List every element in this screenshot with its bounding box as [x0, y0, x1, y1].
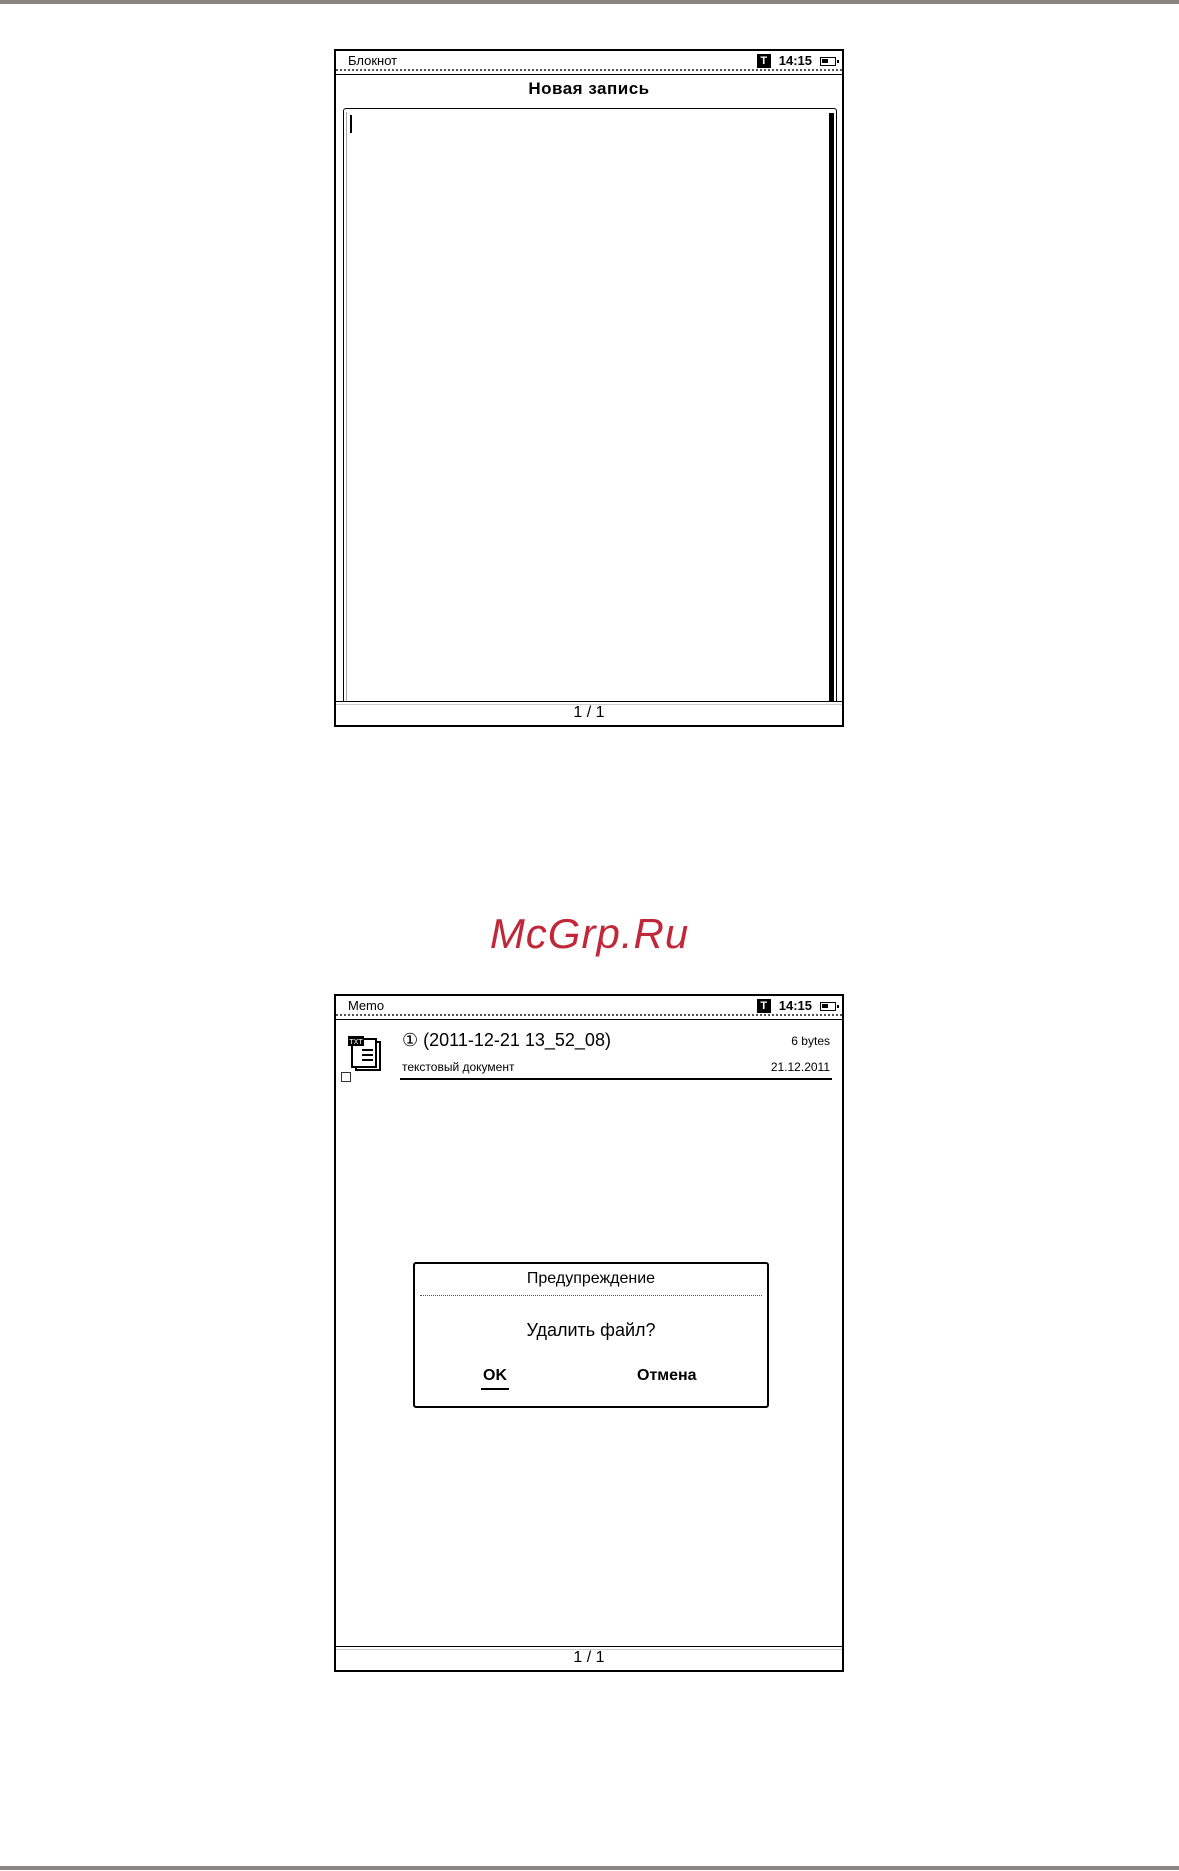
svg-text:TXT: TXT	[348, 1038, 363, 1046]
scrollbar[interactable]	[829, 113, 834, 703]
text-cursor	[350, 115, 352, 133]
text-mode-icon: T	[756, 999, 771, 1013]
footer-line	[336, 704, 842, 705]
clock: 14:15	[778, 53, 812, 68]
footer-line	[336, 1649, 842, 1650]
page-indicator: 1 / 1	[573, 704, 605, 721]
page-indicator: 1 / 1	[573, 1649, 605, 1666]
file-size: 6 bytes	[791, 1034, 830, 1048]
battery-icon	[820, 1001, 839, 1011]
page-top-rule	[0, 0, 1179, 4]
file-type: текстовый документ	[402, 1060, 515, 1074]
file-name: ① (2011-12-21 13_52_08)	[402, 1030, 611, 1050]
dialog-title: Предупреждение	[526, 1270, 656, 1287]
delete-confirm-dialog: Предупреждение Удалить файл? OK Отмена	[413, 1262, 769, 1408]
status-bar: Memo T 14:15	[336, 996, 842, 1016]
footer-bar: 1 / 1	[336, 701, 842, 725]
page-bottom-rule	[0, 1866, 1179, 1870]
editor-edge	[346, 112, 347, 703]
text-document-icon: TXT	[348, 1036, 381, 1071]
app-title: Блокнот	[348, 53, 398, 68]
watermark: McGrp.Ru	[489, 910, 690, 957]
checkbox-icon[interactable]	[341, 1072, 351, 1082]
file-list-item[interactable]: TXT ① (2011-12-21 13_52_08) 6 bytes текс…	[336, 1030, 842, 1082]
note-text-area[interactable]	[343, 108, 837, 704]
status-indicators: T 14:15	[756, 52, 839, 70]
text-mode-icon: T	[756, 54, 771, 68]
memo-screen: Memo T 14:15 TXT ① (2011-12-21 13_52_08)…	[334, 994, 844, 1672]
cancel-button[interactable]: Отмена	[635, 1367, 699, 1388]
status-divider	[336, 71, 842, 75]
status-divider	[336, 1016, 842, 1020]
selection-underline	[400, 1078, 832, 1080]
status-bar: Блокнот T 14:15	[336, 51, 842, 71]
notepad-screen: Блокнот T 14:15 Новая запись 1 / 1	[334, 49, 844, 727]
ok-button[interactable]: OK	[481, 1367, 509, 1390]
file-date: 21.12.2011	[770, 1060, 830, 1074]
app-title: Memo	[348, 998, 385, 1013]
dialog-divider	[420, 1295, 762, 1296]
footer-bar: 1 / 1	[336, 1646, 842, 1670]
battery-icon	[820, 56, 839, 66]
clock: 14:15	[778, 998, 812, 1013]
status-indicators: T 14:15	[756, 997, 839, 1015]
page-title: Новая запись	[528, 79, 650, 98]
dialog-message: Удалить файл?	[526, 1320, 656, 1340]
